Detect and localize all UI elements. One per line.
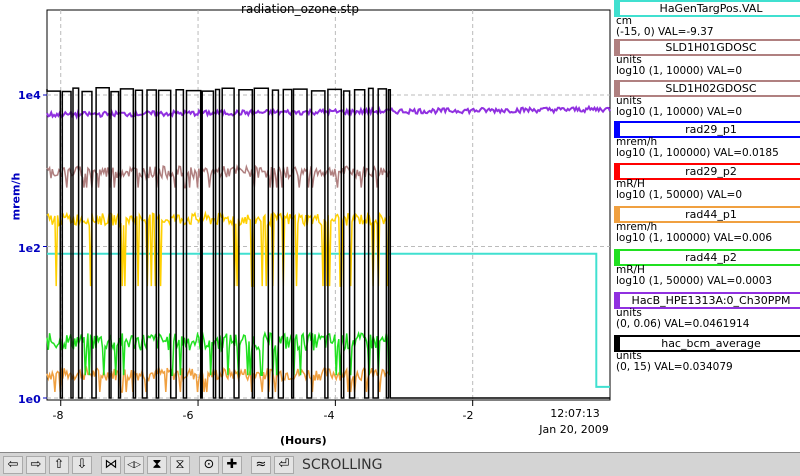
- legend-range: log10 (1, 50000) VAL=0: [616, 189, 743, 201]
- scroll-right-button[interactable]: ⇨: [26, 455, 46, 474]
- x-tick-label: -4: [323, 409, 335, 422]
- legend-range: (0, 15) VAL=0.034079: [616, 361, 733, 373]
- legend-range: (0, 0.06) VAL=0.0461914: [616, 318, 750, 330]
- current-time-label: 12:07:13: [550, 407, 600, 420]
- series-line-hac-bcm-average: [46, 87, 610, 399]
- chart-svg: [43, 9, 611, 406]
- autoscale-button[interactable]: ≈: [251, 455, 271, 474]
- x-tick-label: -2: [462, 409, 474, 422]
- plot-area[interactable]: radiation_ozone.stp mrem/h 1e4 1e2 1e0 -…: [0, 0, 612, 452]
- expand-x-button[interactable]: ◁▷: [124, 455, 144, 474]
- zoom-out-button[interactable]: ⊙: [199, 455, 219, 474]
- scroll-down-button[interactable]: ⇩: [72, 455, 92, 474]
- legend-entry-hac-bcm-average[interactable]: hac_bcm_average: [614, 335, 800, 352]
- legend-range: log10 (1, 10000) VAL=0: [616, 106, 743, 118]
- toolbar: ⇦ ⇨ ⇧ ⇩ ⋈ ◁▷ ⧗ ⧖ ⊙ ✚ ≈ ⏎ SCROLLING: [0, 452, 800, 476]
- legend-entry-sld1h01gdosc[interactable]: SLD1H01GDOSC: [614, 39, 800, 56]
- legend-range: log10 (1, 10000) VAL=0: [616, 65, 743, 77]
- expand-y-button[interactable]: ⧖: [170, 455, 190, 474]
- back-to-scroll-button[interactable]: ⏎: [274, 455, 294, 474]
- scroll-up-button[interactable]: ⇧: [49, 455, 69, 474]
- compress-x-button[interactable]: ⋈: [101, 455, 121, 474]
- x-tick-label: -8: [52, 409, 64, 422]
- y-tick-label: 1e2: [18, 242, 41, 255]
- series-line-sld1h02gdosc: [46, 210, 391, 287]
- legend-range: log10 (1, 100000) VAL=0.006: [616, 232, 773, 244]
- legend-range: log10 (1, 50000) VAL=0.0003: [616, 275, 773, 287]
- toolbar-buttons: ⇦ ⇨ ⇧ ⇩ ⋈ ◁▷ ⧗ ⧖ ⊙ ✚ ≈ ⏎: [0, 455, 294, 474]
- legend-range: log10 (1, 100000) VAL=0.0185: [616, 147, 779, 159]
- legend-entry-sld1h02gdosc[interactable]: SLD1H02GDOSC: [614, 80, 800, 97]
- legend-range: (-15, 0) VAL=-9.37: [616, 26, 714, 38]
- y-tick-label: 1e4: [18, 89, 41, 102]
- scroll-left-button[interactable]: ⇦: [3, 455, 23, 474]
- y-tick-label: 1e0: [18, 393, 41, 406]
- x-axis-label: (Hours): [280, 434, 327, 447]
- compress-y-button[interactable]: ⧗: [147, 455, 167, 474]
- zoom-in-button[interactable]: ✚: [222, 455, 242, 474]
- x-tick-label: -6: [182, 409, 194, 422]
- series-line-rad44-p2: [46, 330, 392, 376]
- current-date-label: Jan 20, 2009: [539, 423, 609, 436]
- y-axis-label: mrem/h: [9, 172, 23, 221]
- series-line-sld1h01gdosc: [46, 163, 391, 189]
- chart-title: radiation_ozone.stp: [241, 2, 359, 16]
- legend-entry-hagentargpos-val[interactable]: HaGenTargPos.VAL: [614, 0, 800, 17]
- mode-label: SCROLLING: [302, 456, 383, 473]
- legend-panel: HaGenTargPos.VAL cm (-15, 0) VAL=-9.37 SLD1…: [612, 0, 800, 452]
- legend-entry-hacb-hpe1313a-0-ch30ppm[interactable]: HacB_HPE1313A:0_Ch30PPM: [614, 292, 800, 309]
- series-line-rad44-p1: [46, 365, 391, 393]
